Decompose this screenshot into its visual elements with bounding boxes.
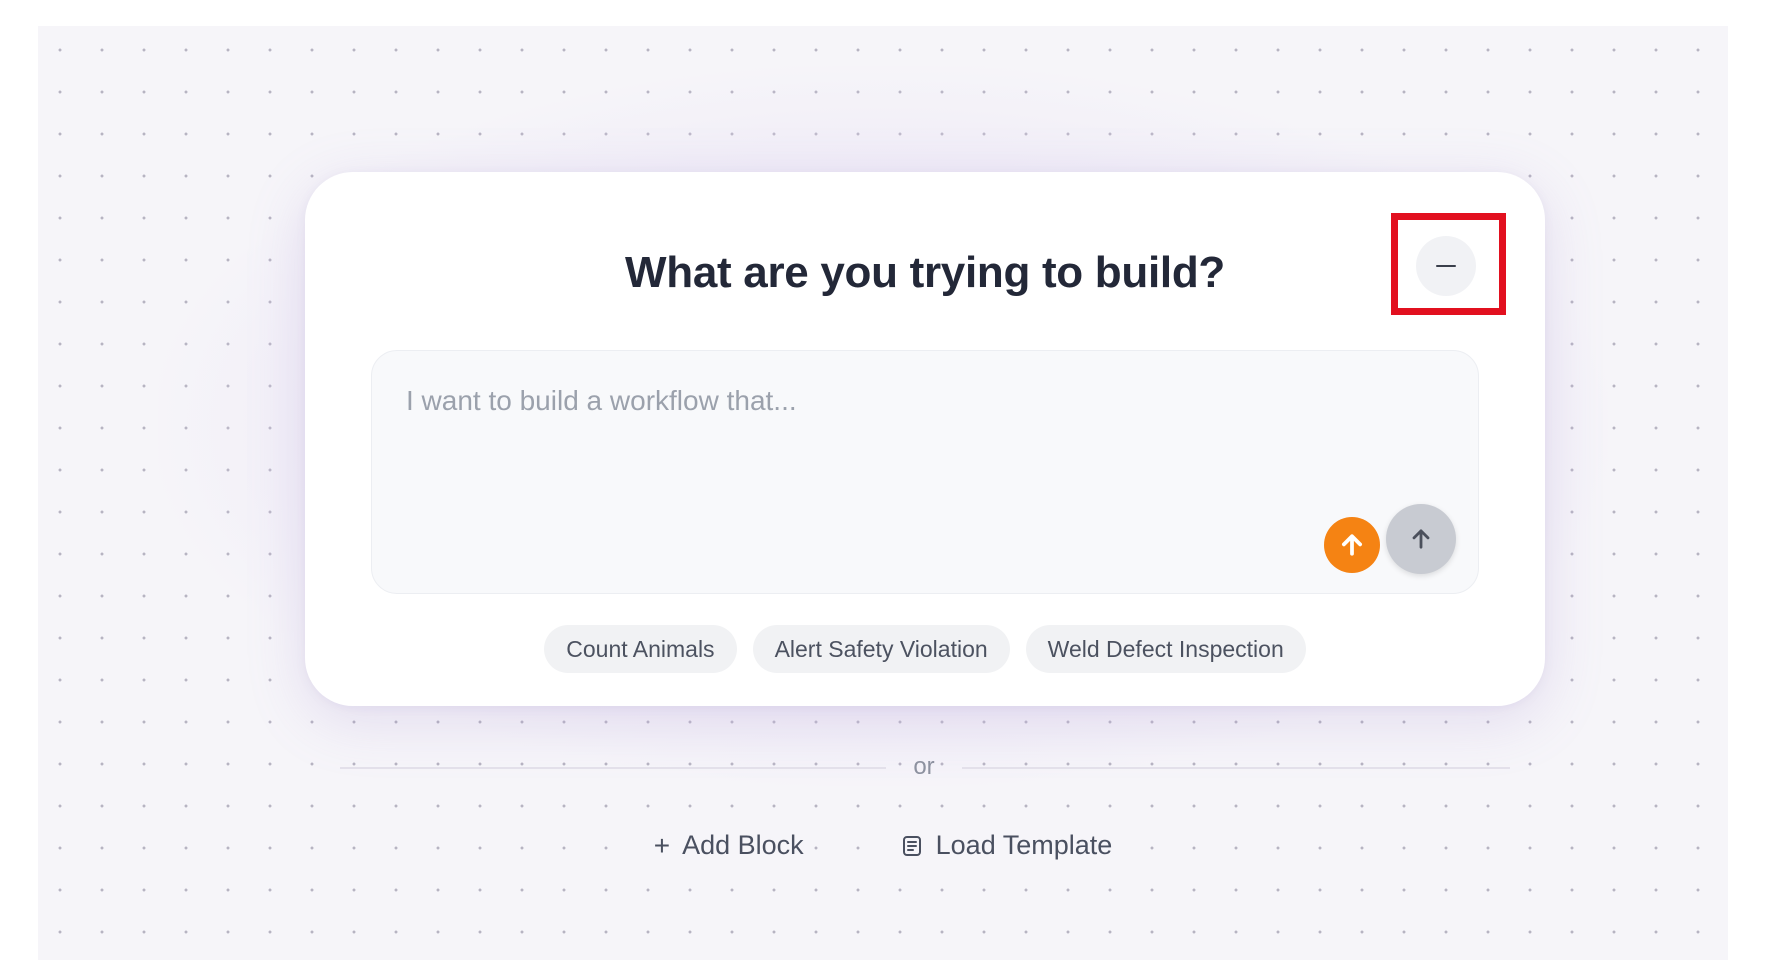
- minimize-button[interactable]: [1416, 236, 1476, 296]
- template-icon: [902, 835, 921, 856]
- divider-line-right: [962, 767, 1510, 769]
- or-divider: or: [340, 753, 1510, 783]
- suggestion-chip-alert-safety-violation[interactable]: Alert Safety Violation: [752, 625, 1010, 673]
- arrow-up-icon: [1342, 534, 1362, 556]
- send-button[interactable]: [1386, 504, 1456, 574]
- load-template-label: Load Template: [935, 830, 1113, 860]
- canvas-actions: + Add Block Load Template: [0, 826, 1766, 865]
- dialog-title: What are you trying to build?: [625, 248, 1225, 297]
- add-block-label: Add Block: [682, 830, 804, 860]
- divider-line-left: [340, 767, 886, 769]
- suggestion-chip-weld-defect-inspection[interactable]: Weld Defect Inspection: [1025, 625, 1306, 673]
- add-block-button[interactable]: + Add Block: [645, 826, 812, 865]
- arrow-up-icon: [1412, 529, 1430, 549]
- upload-button[interactable]: [1324, 517, 1380, 573]
- divider-label: or: [913, 753, 935, 780]
- build-prompt-dialog: What are you trying to build? Count Anim…: [305, 172, 1545, 706]
- suggestion-chip-count-animals[interactable]: Count Animals: [544, 625, 737, 673]
- prompt-input[interactable]: [372, 351, 1478, 593]
- suggestion-chips: Count Animals Alert Safety Violation Wel…: [305, 625, 1545, 673]
- prompt-box: [371, 350, 1479, 594]
- minus-icon: [1436, 264, 1456, 268]
- plus-icon: +: [653, 829, 671, 861]
- load-template-button[interactable]: Load Template: [891, 826, 1121, 865]
